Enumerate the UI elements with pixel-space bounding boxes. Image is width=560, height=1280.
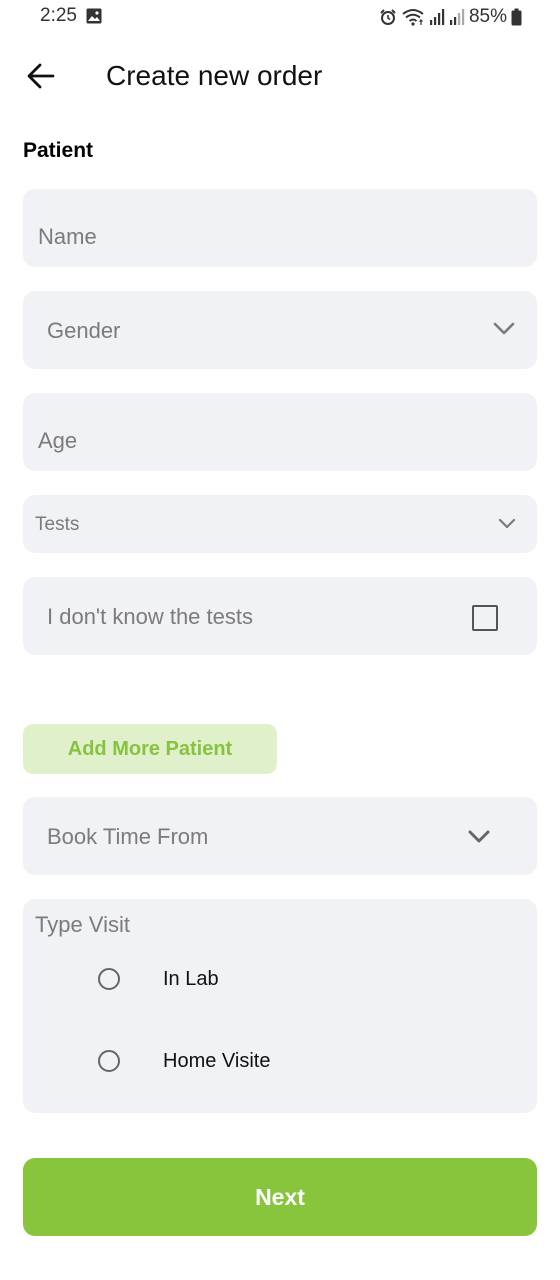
battery-percent: 85% [468,6,507,27]
tests-select[interactable]: Tests [23,495,537,553]
radio-button[interactable] [98,968,120,990]
patient-section-label: Patient [23,139,94,162]
name-placeholder: Name [38,224,97,249]
status-time: 2:25 [40,5,77,26]
arrow-left-icon [27,63,55,89]
status-bar: 2:25 85% [0,0,560,34]
alarm-icon [380,9,396,25]
visit-type-label: Type Visit [35,912,130,937]
signal-icon [449,9,465,25]
radio-button[interactable] [98,1050,120,1072]
radio-label: In Lab [163,967,219,990]
unknown-tests-row[interactable]: I don't know the tests [23,577,537,655]
unknown-tests-checkbox[interactable] [472,605,498,631]
chevron-down-icon [493,322,515,335]
chevron-down-icon [468,830,490,843]
gallery-icon [86,8,102,24]
book-time-select[interactable]: Book Time From [23,797,537,875]
back-button[interactable] [22,58,60,94]
visit-type-group: Type Visit In Lab Home Visite [23,899,537,1113]
book-time-placeholder: Book Time From [47,824,209,849]
gender-select[interactable]: Gender [23,291,537,369]
status-icons: 85% [379,5,522,29]
radio-in-lab[interactable]: In Lab [73,959,219,999]
page-title: Create new order [106,60,323,91]
wifi-icon [402,9,424,26]
name-field[interactable]: Name [23,189,537,267]
unknown-tests-label: I don't know the tests [47,604,253,629]
add-more-patient-button[interactable]: Add More Patient [23,724,277,774]
radio-label: Home Visite [163,1049,271,1072]
radio-home-visit[interactable]: Home Visite [73,1041,270,1081]
gender-placeholder: Gender [47,318,121,343]
app-bar: Create new order [0,44,560,108]
battery-icon [511,8,522,26]
age-placeholder: Age [38,428,78,453]
tests-placeholder: Tests [35,514,80,535]
chevron-down-icon [498,518,516,529]
age-field[interactable]: Age [23,393,537,471]
signal-icon [429,9,445,25]
next-button[interactable]: Next [23,1158,537,1236]
